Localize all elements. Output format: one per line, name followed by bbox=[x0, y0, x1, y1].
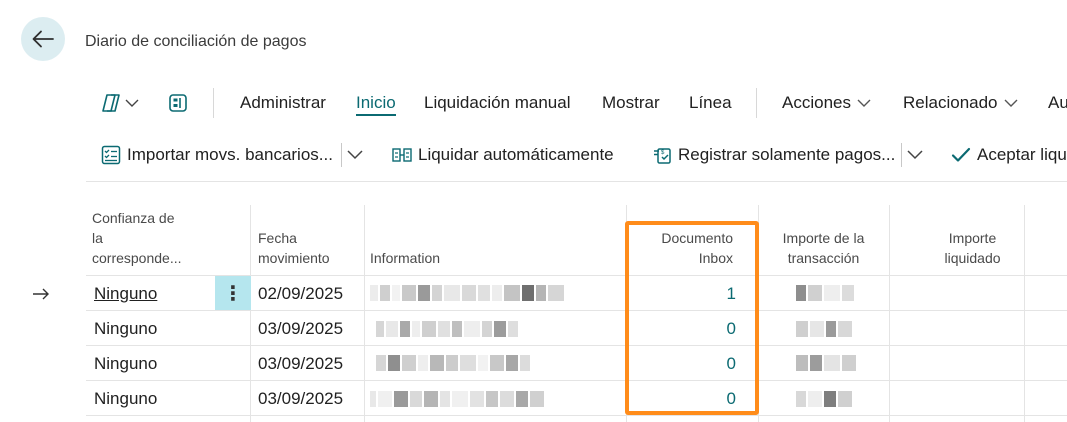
arrow-left-icon bbox=[32, 30, 54, 48]
layout-icon bbox=[169, 94, 187, 112]
amount-cell-redacted bbox=[796, 389, 852, 409]
date-cell: 03/09/2025 bbox=[258, 388, 344, 408]
register-payments-dropdown[interactable] bbox=[907, 138, 929, 172]
info-cell-redacted bbox=[376, 353, 530, 373]
menu-automatizar[interactable]: Au bbox=[1048, 86, 1067, 120]
row-actions-button[interactable]: ⋮ bbox=[215, 276, 251, 311]
col-importe-transaccion[interactable]: Importe de la transacción bbox=[758, 228, 889, 268]
svg-text:$: $ bbox=[661, 150, 665, 156]
accept-liquidation-button[interactable]: Aceptar liqu bbox=[951, 138, 1067, 172]
info-cell-redacted bbox=[370, 389, 544, 409]
documento-inbox-link[interactable]: 0 bbox=[626, 311, 736, 346]
action-bar: Importar movs. bancarios... Liquidar aut… bbox=[0, 138, 1067, 172]
menubar: Administrar Inicio Liquidación manual Mo… bbox=[100, 86, 1067, 120]
page-title: Diario de conciliación de pagos bbox=[85, 33, 307, 50]
amount-cell-redacted bbox=[796, 319, 852, 339]
menu-inicio[interactable]: Inicio bbox=[356, 86, 396, 120]
row-indicator bbox=[32, 276, 50, 311]
import-bank-dropdown[interactable] bbox=[347, 138, 369, 172]
menu-relacionado[interactable]: Relacionado bbox=[903, 86, 1018, 120]
amount-cell-redacted bbox=[796, 283, 854, 303]
checklist-icon bbox=[101, 145, 121, 165]
col-documento-inbox[interactable]: Documento Inbox bbox=[661, 228, 733, 268]
menu-mostrar[interactable]: Mostrar bbox=[602, 86, 660, 120]
date-cell: 02/09/2025 bbox=[258, 283, 344, 303]
confidence-cell[interactable]: Ninguno bbox=[94, 381, 157, 416]
menu-administrar[interactable]: Administrar bbox=[240, 86, 326, 120]
copilot-button[interactable] bbox=[100, 93, 139, 113]
menu-acciones[interactable]: Acciones bbox=[782, 86, 871, 120]
import-bank-button[interactable]: Importar movs. bancarios... bbox=[101, 138, 333, 172]
page-layout-button[interactable] bbox=[168, 93, 188, 113]
menu-liquidacion-manual[interactable]: Liquidación manual bbox=[424, 86, 571, 120]
chevron-down-icon bbox=[347, 150, 363, 160]
date-cell: 03/09/2025 bbox=[258, 353, 344, 373]
confidence-cell[interactable]: Ninguno bbox=[94, 346, 157, 381]
confidence-cell[interactable]: Ninguno bbox=[94, 311, 157, 346]
amount-cell-redacted bbox=[796, 353, 856, 373]
back-button[interactable] bbox=[21, 17, 65, 61]
register-payments-button[interactable]: $ Registrar solamente pagos... bbox=[652, 138, 895, 172]
table-row[interactable]: Ninguno 03/09/2025 0 bbox=[0, 311, 1067, 346]
post-payments-icon: $ bbox=[654, 148, 671, 164]
chevron-down-icon bbox=[857, 99, 871, 107]
info-cell-redacted bbox=[370, 283, 564, 303]
col-importe-liquidado[interactable]: Importe liquidado bbox=[905, 228, 1040, 268]
chevron-down-icon bbox=[125, 99, 139, 107]
col-fecha[interactable]: Fecha movimiento bbox=[258, 228, 330, 268]
arrow-right-icon bbox=[33, 288, 49, 299]
table-row[interactable]: Ninguno 03/09/2025 0 bbox=[0, 346, 1067, 381]
toolbar-divider bbox=[86, 181, 1067, 182]
col-confidence[interactable]: Confianza de la corresponde... bbox=[92, 208, 182, 268]
table-row[interactable]: Ninguno 03/09/2025 0 bbox=[0, 381, 1067, 416]
auto-liquidate-button[interactable]: Liquidar automáticamente bbox=[392, 138, 614, 172]
date-cell: 03/09/2025 bbox=[258, 318, 344, 338]
copilot-icon bbox=[102, 94, 120, 112]
info-cell-redacted bbox=[376, 319, 518, 339]
chevron-down-icon bbox=[907, 150, 923, 160]
documento-inbox-link[interactable]: 1 bbox=[626, 276, 736, 311]
checkmark-icon bbox=[951, 147, 971, 162]
col-information[interactable]: Information bbox=[370, 248, 440, 268]
confidence-cell[interactable]: Ninguno bbox=[94, 276, 157, 311]
match-icon bbox=[392, 148, 412, 162]
chevron-down-icon bbox=[1004, 99, 1018, 107]
table-row[interactable]: Ninguno ⋮ 02/09/2025 1 bbox=[0, 276, 1067, 311]
documento-inbox-link[interactable]: 0 bbox=[626, 381, 736, 416]
table-header: Confianza de la corresponde... Fecha mov… bbox=[0, 200, 1067, 276]
documento-inbox-link[interactable]: 0 bbox=[626, 346, 736, 381]
menu-linea[interactable]: Línea bbox=[689, 86, 732, 120]
